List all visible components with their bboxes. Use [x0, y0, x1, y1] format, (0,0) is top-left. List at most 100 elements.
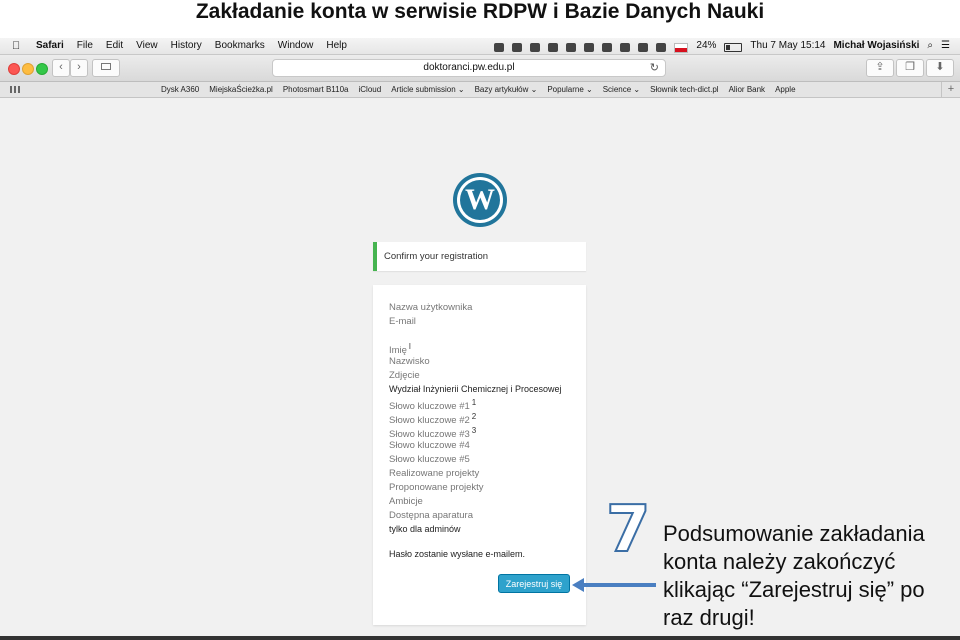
step-caption: Podsumowanie zakładania konta należy zak… — [663, 521, 925, 630]
menu-edit[interactable]: Edit — [106, 38, 123, 54]
bluetooth-icon[interactable] — [620, 43, 631, 52]
wordpress-logo-letter: W — [460, 180, 500, 220]
field-label: Nazwa użytkownika — [389, 302, 473, 313]
menu-view[interactable]: View — [136, 38, 158, 54]
bookmark-item[interactable]: Apple — [775, 82, 795, 97]
safari-toolbar: ‹ › doktoranci.pw.edu.pl ↻ ⇪ ❐ ⬇ — [0, 55, 960, 82]
field-label: Słowo kluczowe #4 — [389, 440, 470, 451]
bottom-rule — [0, 636, 960, 640]
volume-icon[interactable] — [656, 43, 667, 52]
field-label: Słowo kluczowe #1 — [389, 401, 470, 413]
address-bar[interactable]: doktoranci.pw.edu.pl ↻ — [272, 59, 666, 77]
menu-window[interactable]: Window — [278, 38, 314, 54]
pointer-arrow-icon — [572, 578, 584, 592]
pointer-arrow-shaft — [582, 583, 656, 587]
field-photo: Zdjęcie — [389, 370, 420, 381]
address-bar-url: doktoranci.pw.edu.pl — [423, 62, 515, 73]
field-last-name: Nazwisko — [389, 356, 430, 367]
field-value: l — [408, 342, 411, 351]
field-label: Dostępna aparatura — [389, 510, 473, 521]
reload-icon[interactable]: ↻ — [650, 60, 659, 76]
field-label: E-mail — [389, 316, 416, 327]
back-button[interactable]: ‹ — [52, 59, 70, 77]
field-value: 3 — [471, 426, 477, 435]
time-machine-icon[interactable] — [602, 43, 613, 52]
field-label: Słowo kluczowe #2 — [389, 415, 470, 427]
menu-help[interactable]: Help — [326, 38, 347, 54]
field-label: Wydział Inżynierii Chemicznej i Procesow… — [389, 384, 562, 394]
battery-icon[interactable] — [724, 43, 743, 52]
dropbox-icon[interactable] — [584, 43, 595, 52]
field-keyword-5: Słowo kluczowe #5 — [389, 454, 470, 465]
forward-button[interactable]: › — [70, 59, 88, 77]
apple-menu-icon[interactable]:  — [12, 38, 20, 54]
field-label: Proponowane projekty — [389, 482, 484, 493]
bookmark-item[interactable]: Bazy artykułów ⌄ — [475, 82, 538, 97]
wifi-icon[interactable] — [638, 43, 649, 52]
registration-summary-form: Nazwa użytkownika E-mail Imię l Nazwisko … — [373, 285, 586, 625]
field-email: E-mail — [389, 316, 416, 327]
status-tray: 24% Thu 7 May 15:14 Michał Wojasiński ⌕ … — [486, 38, 950, 54]
field-equipment: Dostępna aparatura — [389, 510, 473, 521]
field-keyword-1: Słowo kluczowe #1 1 — [389, 398, 476, 412]
user-name[interactable]: Michał Wojasiński — [833, 38, 919, 54]
tabs-overview-button[interactable]: ❐ — [896, 59, 924, 77]
bookmark-item[interactable]: Article submission ⌄ — [391, 82, 464, 97]
battery-percent[interactable]: 24% — [696, 38, 716, 54]
add-bookmark-plus-icon[interactable]: + — [941, 82, 960, 97]
field-label: Imię — [389, 345, 407, 357]
bookmark-item[interactable]: Science ⌄ — [603, 82, 640, 97]
bookmarks-bar: Dysk A360 MiejskaŚcieżka.pl Photosmart B… — [0, 82, 960, 98]
field-keyword-2: Słowo kluczowe #2 2 — [389, 412, 476, 426]
bookmark-item[interactable]: Popularne ⌄ — [547, 82, 592, 97]
menu-history[interactable]: History — [171, 38, 202, 54]
menu-app[interactable]: Safari — [36, 38, 64, 54]
sidebar-button[interactable] — [92, 59, 120, 77]
field-current-projects: Realizowane projekty — [389, 468, 479, 479]
bookmark-item[interactable]: Photosmart B110a — [283, 82, 349, 97]
field-ambitions: Ambicje — [389, 496, 423, 507]
minimize-window-button[interactable] — [22, 63, 34, 75]
registration-notice: Confirm your registration — [373, 242, 586, 271]
evernote-icon[interactable] — [512, 43, 523, 52]
menu-bookmarks[interactable]: Bookmarks — [215, 38, 265, 54]
zoom-window-button[interactable] — [36, 63, 48, 75]
field-username: Nazwa użytkownika — [389, 302, 472, 313]
bookmark-item[interactable]: Słownik tech-dict.pl — [650, 82, 718, 97]
bank-icon[interactable] — [494, 43, 505, 52]
bookmark-item[interactable]: Alior Bank — [729, 82, 765, 97]
sync-icon[interactable] — [530, 43, 541, 52]
close-window-button[interactable] — [8, 63, 20, 75]
mac-menu-bar:  Safari File Edit View History Bookmark… — [0, 38, 960, 55]
field-label: Nazwisko — [389, 356, 430, 367]
field-proposed-projects: Proponowane projekty — [389, 482, 484, 493]
field-keyword-4: Słowo kluczowe #4 — [389, 440, 470, 451]
wordpress-logo-ring: W — [457, 177, 503, 223]
cloud-icon[interactable] — [566, 43, 577, 52]
field-value: 1 — [471, 398, 477, 407]
bookmark-list: Dysk A360 MiejskaŚcieżka.pl Photosmart B… — [161, 82, 806, 97]
bookmark-item[interactable]: iCloud — [359, 82, 382, 97]
step-number: 7 — [605, 493, 652, 567]
tool-icon[interactable] — [548, 43, 559, 52]
downloads-button[interactable]: ⬇ — [926, 59, 954, 77]
field-label: Zdjęcie — [389, 370, 420, 381]
share-button[interactable]: ⇪ — [866, 59, 894, 77]
top-sites-grid-icon[interactable] — [10, 86, 20, 93]
clock[interactable]: Thu 7 May 15:14 — [750, 38, 825, 54]
field-label: tylko dla adminów — [389, 524, 461, 534]
wordpress-logo-icon[interactable]: W — [453, 173, 507, 227]
field-faculty: Wydział Inżynierii Chemicznej i Procesow… — [389, 384, 561, 394]
notification-center-icon[interactable]: ☰ — [941, 38, 950, 54]
bookmark-item[interactable]: MiejskaŚcieżka.pl — [209, 82, 273, 97]
field-admin-only: tylko dla adminów — [389, 524, 461, 534]
bookmark-item[interactable]: Dysk A360 — [161, 82, 199, 97]
field-keyword-3: Słowo kluczowe #3 3 — [389, 426, 476, 440]
spotlight-search-icon[interactable]: ⌕ — [927, 38, 933, 54]
field-label: Słowo kluczowe #5 — [389, 454, 470, 465]
register-submit-button[interactable]: Zarejestruj się — [498, 574, 570, 593]
menu-file[interactable]: File — [77, 38, 93, 54]
password-note: Hasło zostanie wysłane e-mailem. — [389, 549, 526, 559]
input-language-flag-icon[interactable] — [674, 42, 689, 53]
menu-list: Safari File Edit View History Bookmarks … — [36, 38, 360, 54]
